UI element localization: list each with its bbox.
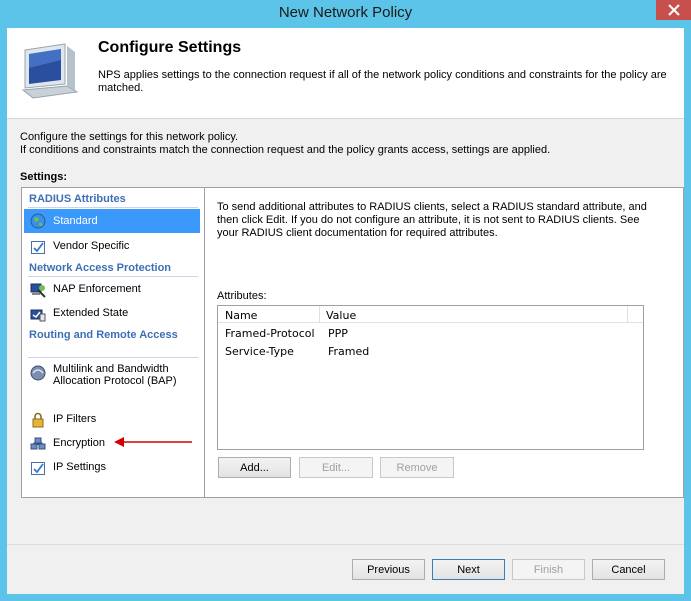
intro-line-2: If conditions and constraints match the … bbox=[20, 144, 551, 156]
close-button[interactable] bbox=[656, 0, 691, 20]
detail-description: To send additional attributes to RADIUS … bbox=[217, 201, 647, 239]
lock-icon bbox=[32, 412, 44, 428]
table-row[interactable]: Framed-Protocol PPP bbox=[218, 324, 643, 342]
multilink-icon bbox=[30, 365, 46, 381]
category-divider bbox=[28, 276, 198, 277]
add-button[interactable]: Add... bbox=[218, 457, 291, 478]
sidebar-item-label: Extended State bbox=[53, 307, 129, 319]
close-icon bbox=[667, 4, 680, 16]
sidebar-item-multilink[interactable]: Multilink and Bandwidth Allocation Proto… bbox=[24, 361, 200, 407]
category-divider bbox=[28, 207, 198, 208]
attributes-list[interactable]: Name Value Framed-Protocol PPP Service-T… bbox=[217, 305, 644, 450]
globe-icon bbox=[30, 213, 46, 229]
settings-detail-panel: To send additional attributes to RADIUS … bbox=[204, 187, 684, 498]
checklist-icon bbox=[31, 462, 45, 475]
attributes-label: Attributes: bbox=[217, 290, 267, 302]
category-radius-attributes: RADIUS Attributes bbox=[29, 193, 126, 205]
column-divider[interactable] bbox=[319, 306, 320, 323]
sidebar-item-label: Vendor Specific bbox=[53, 240, 130, 252]
next-button[interactable]: Next bbox=[432, 559, 505, 580]
annotation-arrow bbox=[114, 437, 192, 447]
sidebar-item-label: IP Settings bbox=[53, 461, 106, 473]
edit-button[interactable]: Edit... bbox=[299, 457, 373, 478]
column-header-value[interactable]: Value bbox=[326, 309, 356, 322]
nap-enforcement-icon bbox=[30, 283, 46, 298]
column-header-name[interactable]: Name bbox=[225, 309, 257, 322]
attribute-name: Service-Type bbox=[225, 345, 294, 358]
attribute-name: Framed-Protocol bbox=[225, 327, 315, 340]
window-title: New Network Policy bbox=[278, 4, 413, 21]
column-divider[interactable] bbox=[627, 306, 628, 323]
sidebar-item-nap-enforcement[interactable]: NAP Enforcement bbox=[24, 279, 200, 303]
category-routing-and-remote-access: Routing and Remote Access bbox=[29, 329, 178, 341]
category-divider bbox=[28, 357, 198, 358]
sidebar-item-label: Multilink and Bandwidth Allocation Proto… bbox=[53, 363, 177, 387]
table-row[interactable]: Service-Type Framed bbox=[218, 342, 643, 360]
dialog-window: New Network Policy Configure Settings NP… bbox=[0, 0, 691, 601]
attributes-list-header: Name Value bbox=[218, 306, 643, 323]
settings-tree: RADIUS Attributes Standard Vendor Specif… bbox=[21, 187, 209, 498]
sidebar-item-label: Standard bbox=[53, 215, 98, 227]
sidebar-item-label: Encryption bbox=[53, 437, 105, 449]
monitor-icon bbox=[21, 43, 79, 99]
extended-state-icon bbox=[30, 309, 46, 322]
sidebar-item-extended-state[interactable]: Extended State bbox=[24, 303, 200, 327]
title-bar[interactable]: New Network Policy bbox=[0, 0, 691, 28]
previous-button[interactable]: Previous bbox=[352, 559, 425, 580]
encryption-icon bbox=[30, 437, 46, 450]
remove-button[interactable]: Remove bbox=[380, 457, 454, 478]
sidebar-item-vendor-specific[interactable]: Vendor Specific bbox=[24, 235, 200, 259]
wizard-header: Configure Settings NPS applies settings … bbox=[7, 28, 684, 119]
page-description: NPS applies settings to the connection r… bbox=[98, 69, 667, 94]
cancel-button[interactable]: Cancel bbox=[592, 559, 665, 580]
intro-line-1: Configure the settings for this network … bbox=[20, 131, 239, 143]
sidebar-item-ip-filters[interactable]: IP Filters bbox=[24, 408, 200, 432]
checklist-icon bbox=[31, 241, 45, 254]
sidebar-item-label: NAP Enforcement bbox=[53, 283, 141, 295]
category-network-access-protection: Network Access Protection bbox=[29, 262, 172, 274]
finish-button[interactable]: Finish bbox=[512, 559, 585, 580]
sidebar-item-standard[interactable]: Standard bbox=[24, 209, 200, 233]
attribute-value: PPP bbox=[328, 327, 348, 340]
intro-text: Configure the settings for this network … bbox=[20, 131, 550, 157]
page-title: Configure Settings bbox=[98, 39, 242, 56]
wizard-footer: Previous Next Finish Cancel bbox=[7, 544, 684, 594]
sidebar-item-label: IP Filters bbox=[53, 413, 97, 425]
sidebar-item-ip-settings[interactable]: IP Settings bbox=[24, 456, 200, 480]
settings-label: Settings: bbox=[20, 171, 68, 183]
dialog-client-area: Configure Settings NPS applies settings … bbox=[7, 28, 684, 594]
attribute-value: Framed bbox=[328, 345, 370, 358]
